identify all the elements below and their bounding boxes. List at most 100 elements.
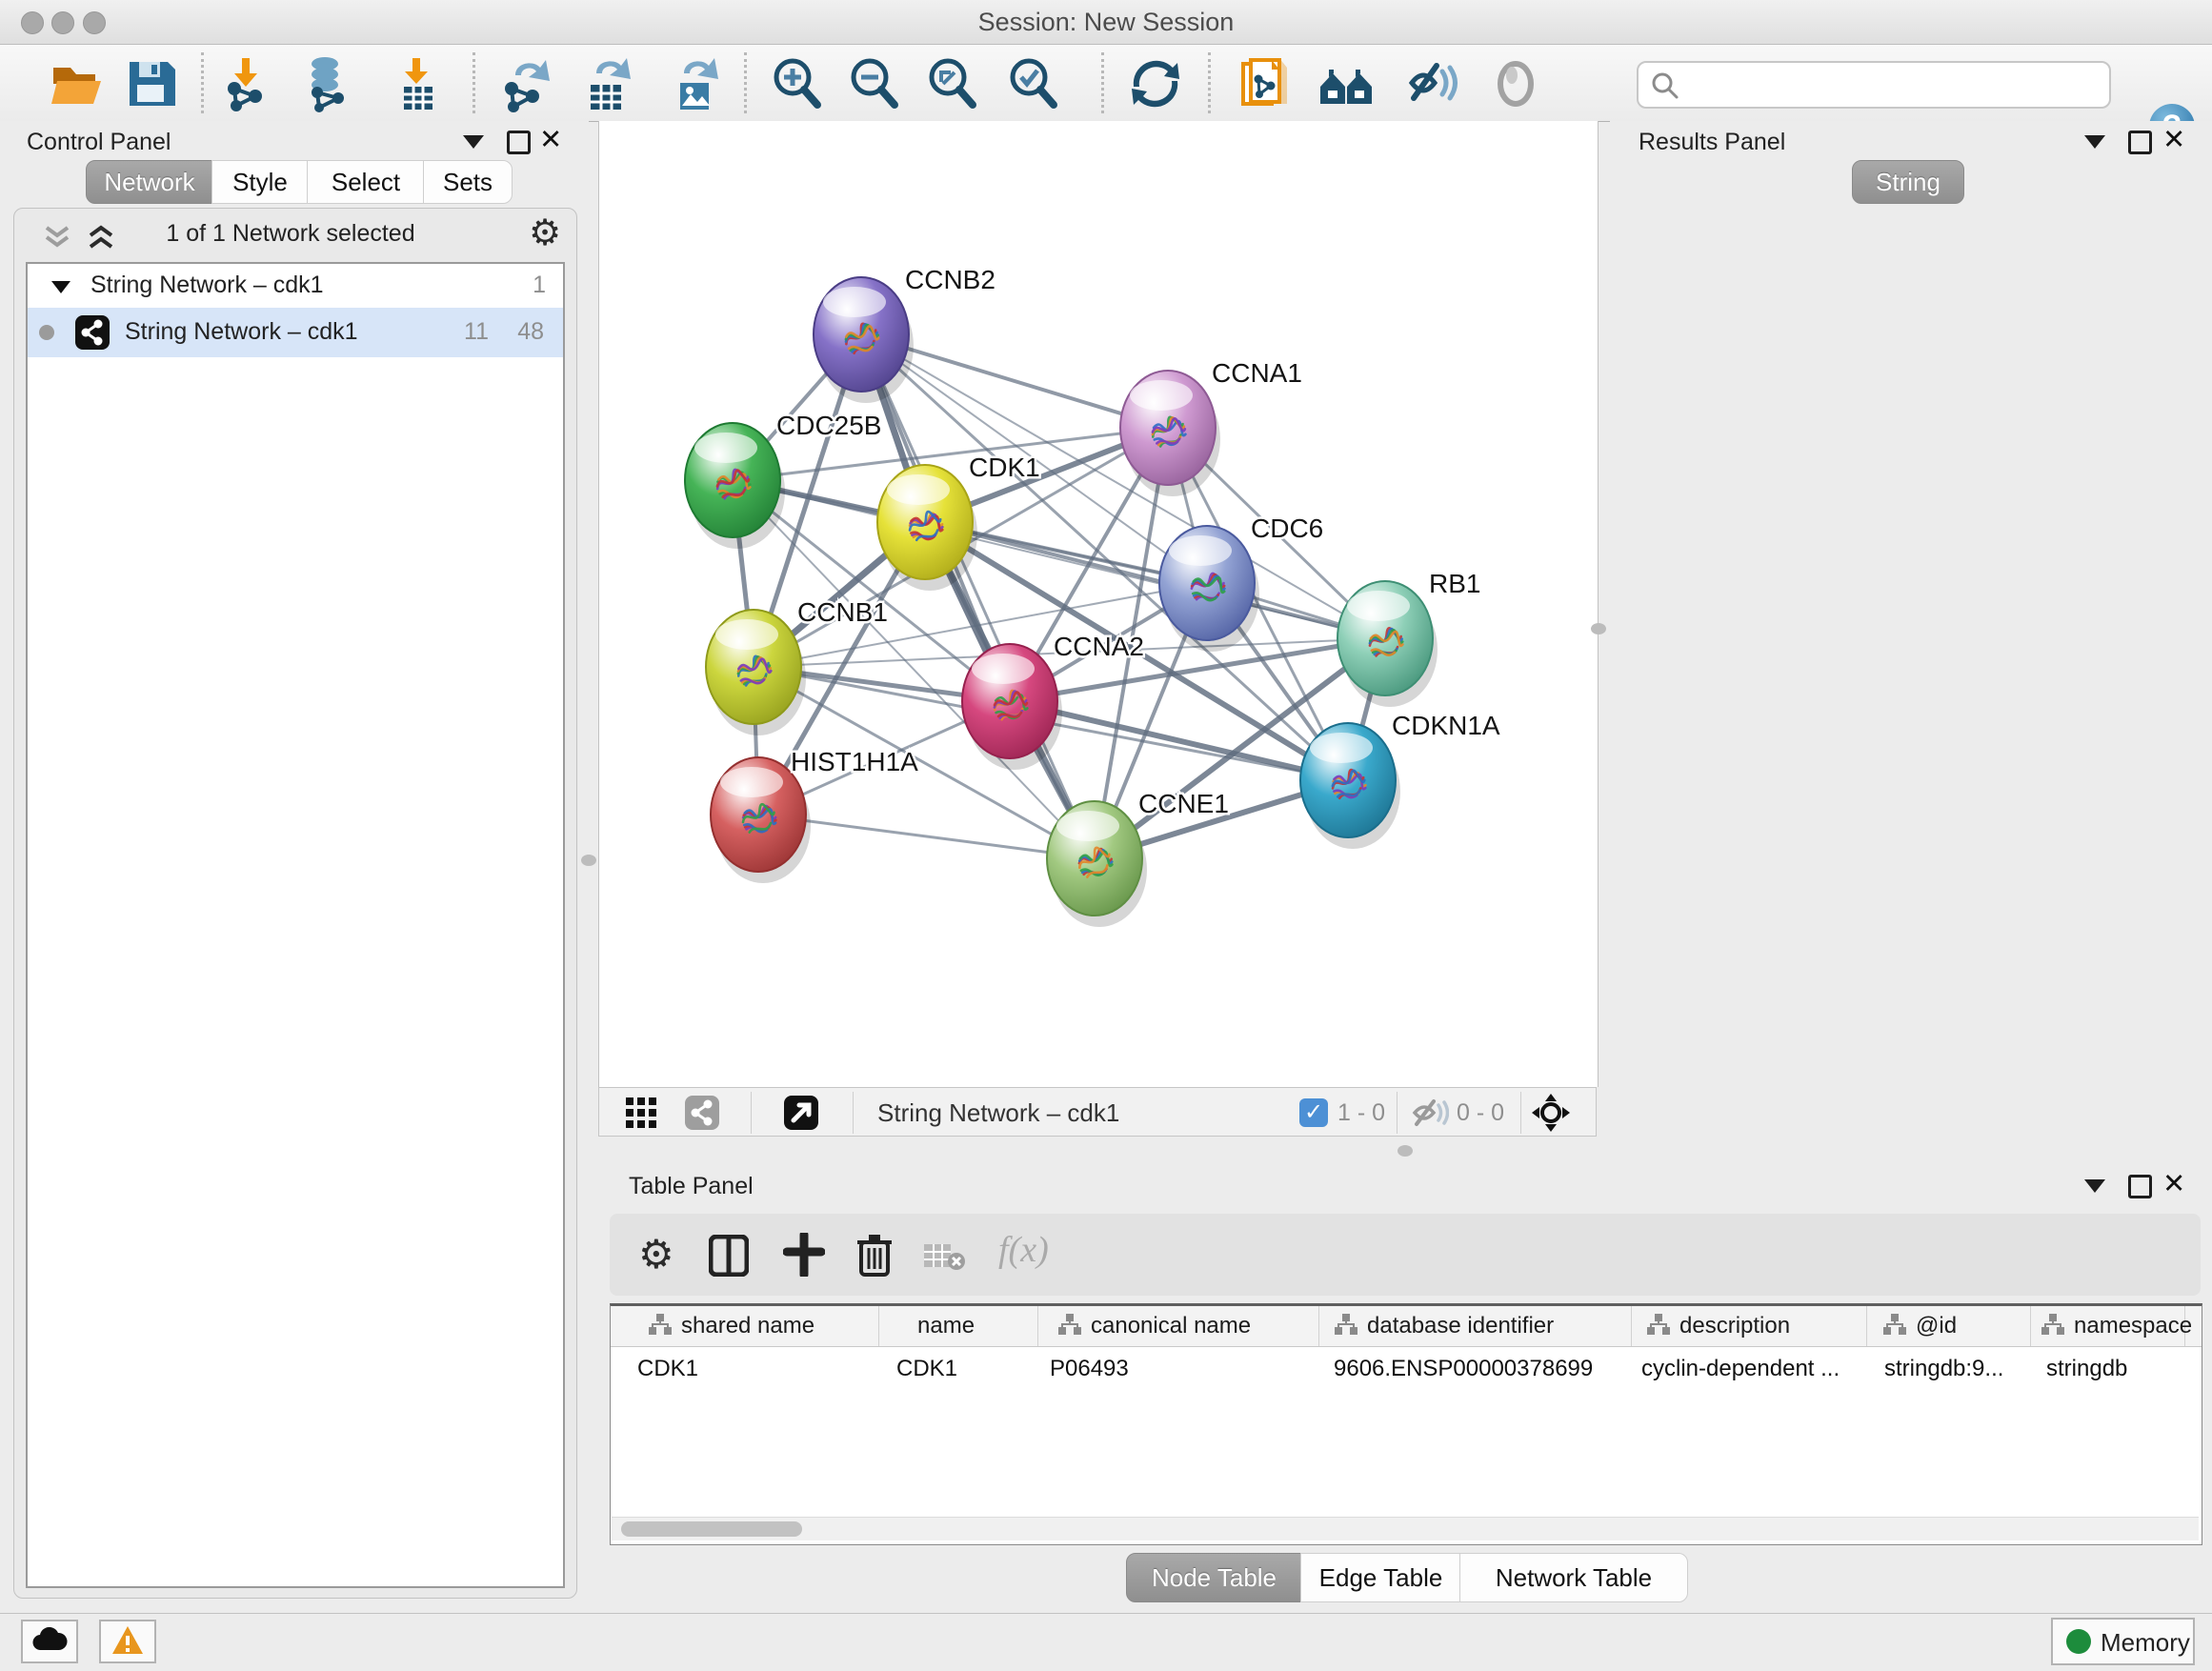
network-options-gear-icon[interactable]: ⚙ xyxy=(529,211,561,254)
warning-icon xyxy=(111,1625,144,1656)
tab-select[interactable]: Select xyxy=(307,160,425,204)
table-row-cell[interactable]: stringdb:9... xyxy=(1884,1356,2003,1382)
memory-button[interactable]: Memory xyxy=(2051,1618,2195,1665)
table-row-cell[interactable]: CDK1 xyxy=(637,1356,698,1382)
table-panel-menu-icon[interactable] xyxy=(2084,1179,2105,1193)
right-splitter-handle[interactable] xyxy=(1591,623,1606,634)
table-horizontal-scrollbar[interactable] xyxy=(612,1517,2199,1540)
column-header-shared-name[interactable]: shared name xyxy=(649,1306,814,1346)
tab-string[interactable]: String xyxy=(1852,160,1964,204)
add-column-icon[interactable] xyxy=(783,1233,825,1277)
column-header-database-identifier[interactable]: database identifier xyxy=(1335,1306,1554,1346)
horizontal-splitter-handle[interactable] xyxy=(1398,1145,1413,1157)
column-header-canonical-name[interactable]: canonical name xyxy=(1058,1306,1251,1346)
tab-edge-table[interactable]: Edge Table xyxy=(1300,1553,1461,1602)
left-splitter-handle[interactable] xyxy=(581,855,596,866)
column-header-description[interactable]: description xyxy=(1647,1306,1790,1346)
selected-checkbox-icon[interactable]: ✓ xyxy=(1299,1098,1328,1127)
import-network-from-file-button[interactable] xyxy=(217,54,276,113)
delete-table-icon-disabled xyxy=(924,1240,966,1271)
tab-network[interactable]: Network xyxy=(86,160,213,204)
tab-style[interactable]: Style xyxy=(211,160,309,204)
save-session-button[interactable] xyxy=(122,54,181,113)
node-label-CCNA2: CCNA2 xyxy=(1054,632,1144,661)
tab-network-table[interactable]: Network Table xyxy=(1459,1553,1688,1602)
results-panel-close-icon[interactable]: ✕ xyxy=(2162,131,2185,150)
control-panel-menu-icon[interactable] xyxy=(463,135,484,149)
import-table-from-file-button[interactable] xyxy=(387,54,446,113)
open-session-button[interactable] xyxy=(48,54,107,113)
warning-button[interactable] xyxy=(99,1620,156,1663)
zoom-fit-button[interactable] xyxy=(923,54,982,113)
search-icon xyxy=(1650,70,1680,101)
window-title: Session: New Session xyxy=(0,0,2212,44)
import-network-from-database-button[interactable] xyxy=(298,54,357,113)
tab-node-table[interactable]: Node Table xyxy=(1126,1553,1302,1602)
export-image-button[interactable] xyxy=(665,54,724,113)
hidden-count: 0 - 0 xyxy=(1457,1099,1504,1127)
table-panel-float-icon[interactable] xyxy=(2128,1175,2152,1198)
collapse-all-icon[interactable] xyxy=(41,224,73,252)
status-bar: Memory xyxy=(0,1613,2212,1671)
memory-label: Memory xyxy=(2101,1628,2190,1658)
grid-view-icon[interactable] xyxy=(626,1097,658,1130)
column-header-namespace[interactable]: namespace xyxy=(2041,1306,2192,1346)
network-row-selected[interactable]: String Network – cdk1 11 48 xyxy=(28,308,563,357)
table-row-cell[interactable]: CDK1 xyxy=(896,1356,957,1382)
toolbar-separator xyxy=(473,52,475,113)
network-panel-body: 1 of 1 Network selected ⚙ String Network… xyxy=(13,208,577,1599)
results-panel-float-icon[interactable] xyxy=(2128,131,2152,154)
cloud-button[interactable] xyxy=(21,1620,78,1663)
houses-icon-button[interactable] xyxy=(1317,54,1376,113)
network-row-label: String Network – cdk1 xyxy=(125,318,358,346)
network-type-icon xyxy=(75,315,110,350)
search-box xyxy=(1637,61,2111,109)
hide-glasses-icon-button[interactable] xyxy=(1404,54,1463,113)
network-canvas[interactable]: CCNB2CCNA1CDC25BCDK1CDC6RB1CCNB1CCNA2CDK… xyxy=(598,121,1599,1087)
column-header-name[interactable]: name xyxy=(917,1306,975,1346)
table-row-cell[interactable]: P06493 xyxy=(1050,1356,1129,1382)
show-columns-icon[interactable] xyxy=(709,1235,749,1277)
network-collection-row[interactable]: String Network – cdk1 1 xyxy=(28,264,563,308)
network-edge[interactable] xyxy=(861,334,1095,858)
table-panel-close-icon[interactable]: ✕ xyxy=(2162,1175,2185,1194)
network-share-icon[interactable] xyxy=(685,1096,719,1130)
zoom-selected-button[interactable] xyxy=(1004,54,1063,113)
open-view-icon[interactable] xyxy=(784,1096,818,1130)
control-panel-close-icon[interactable]: ✕ xyxy=(539,131,562,150)
export-network-button[interactable] xyxy=(496,54,555,113)
control-panel: Control Panel ✕ Network Style Select Set… xyxy=(0,121,589,1613)
delete-column-icon[interactable] xyxy=(855,1231,894,1278)
control-panel-float-icon[interactable] xyxy=(507,131,531,154)
eye-icon-button[interactable] xyxy=(1486,54,1545,113)
results-panel-menu-icon[interactable] xyxy=(2084,135,2105,149)
collection-expander-icon[interactable] xyxy=(50,280,71,294)
zoom-out-button[interactable] xyxy=(845,54,904,113)
tab-sets[interactable]: Sets xyxy=(423,160,513,204)
hidden-eye-slash-icon[interactable] xyxy=(1411,1097,1449,1128)
function-builder-icon-disabled: f(x) xyxy=(998,1229,1049,1271)
network-graph[interactable]: CCNB2CCNA1CDC25BCDK1CDC6RB1CCNB1CCNA2CDK… xyxy=(599,121,1598,1087)
network-selection-summary: 1 of 1 Network selected xyxy=(119,220,462,248)
node-label-CDC25B: CDC25B xyxy=(776,411,881,440)
expand-all-icon[interactable] xyxy=(85,224,117,252)
column-header-id[interactable]: @id xyxy=(1883,1306,1957,1346)
collection-count: 1 xyxy=(533,272,546,299)
table-row-cell[interactable]: cyclin-dependent ... xyxy=(1641,1356,1840,1382)
network-from-selection-button[interactable] xyxy=(1236,54,1295,113)
zoom-in-button[interactable] xyxy=(768,54,827,113)
table-gear-icon[interactable]: ⚙ xyxy=(638,1231,674,1278)
main-toolbar: ? xyxy=(0,45,2212,122)
network-edge-count: 48 xyxy=(517,318,544,346)
network-list: String Network – cdk1 1 String Network –… xyxy=(26,262,565,1588)
scrollbar-thumb[interactable] xyxy=(621,1521,802,1537)
table-row-cell[interactable]: 9606.ENSP00000378699 xyxy=(1334,1356,1593,1382)
refresh-button[interactable] xyxy=(1126,54,1185,113)
node-label-RB1: RB1 xyxy=(1429,569,1480,598)
table-row-cell[interactable]: stringdb xyxy=(2046,1356,2127,1382)
export-table-button[interactable] xyxy=(577,54,636,113)
node-label-CCNE1: CCNE1 xyxy=(1138,789,1229,818)
search-input[interactable] xyxy=(1688,66,2092,102)
table-toolbar: ⚙ f(x) xyxy=(610,1214,2201,1296)
fit-crosshair-icon[interactable] xyxy=(1532,1094,1570,1132)
